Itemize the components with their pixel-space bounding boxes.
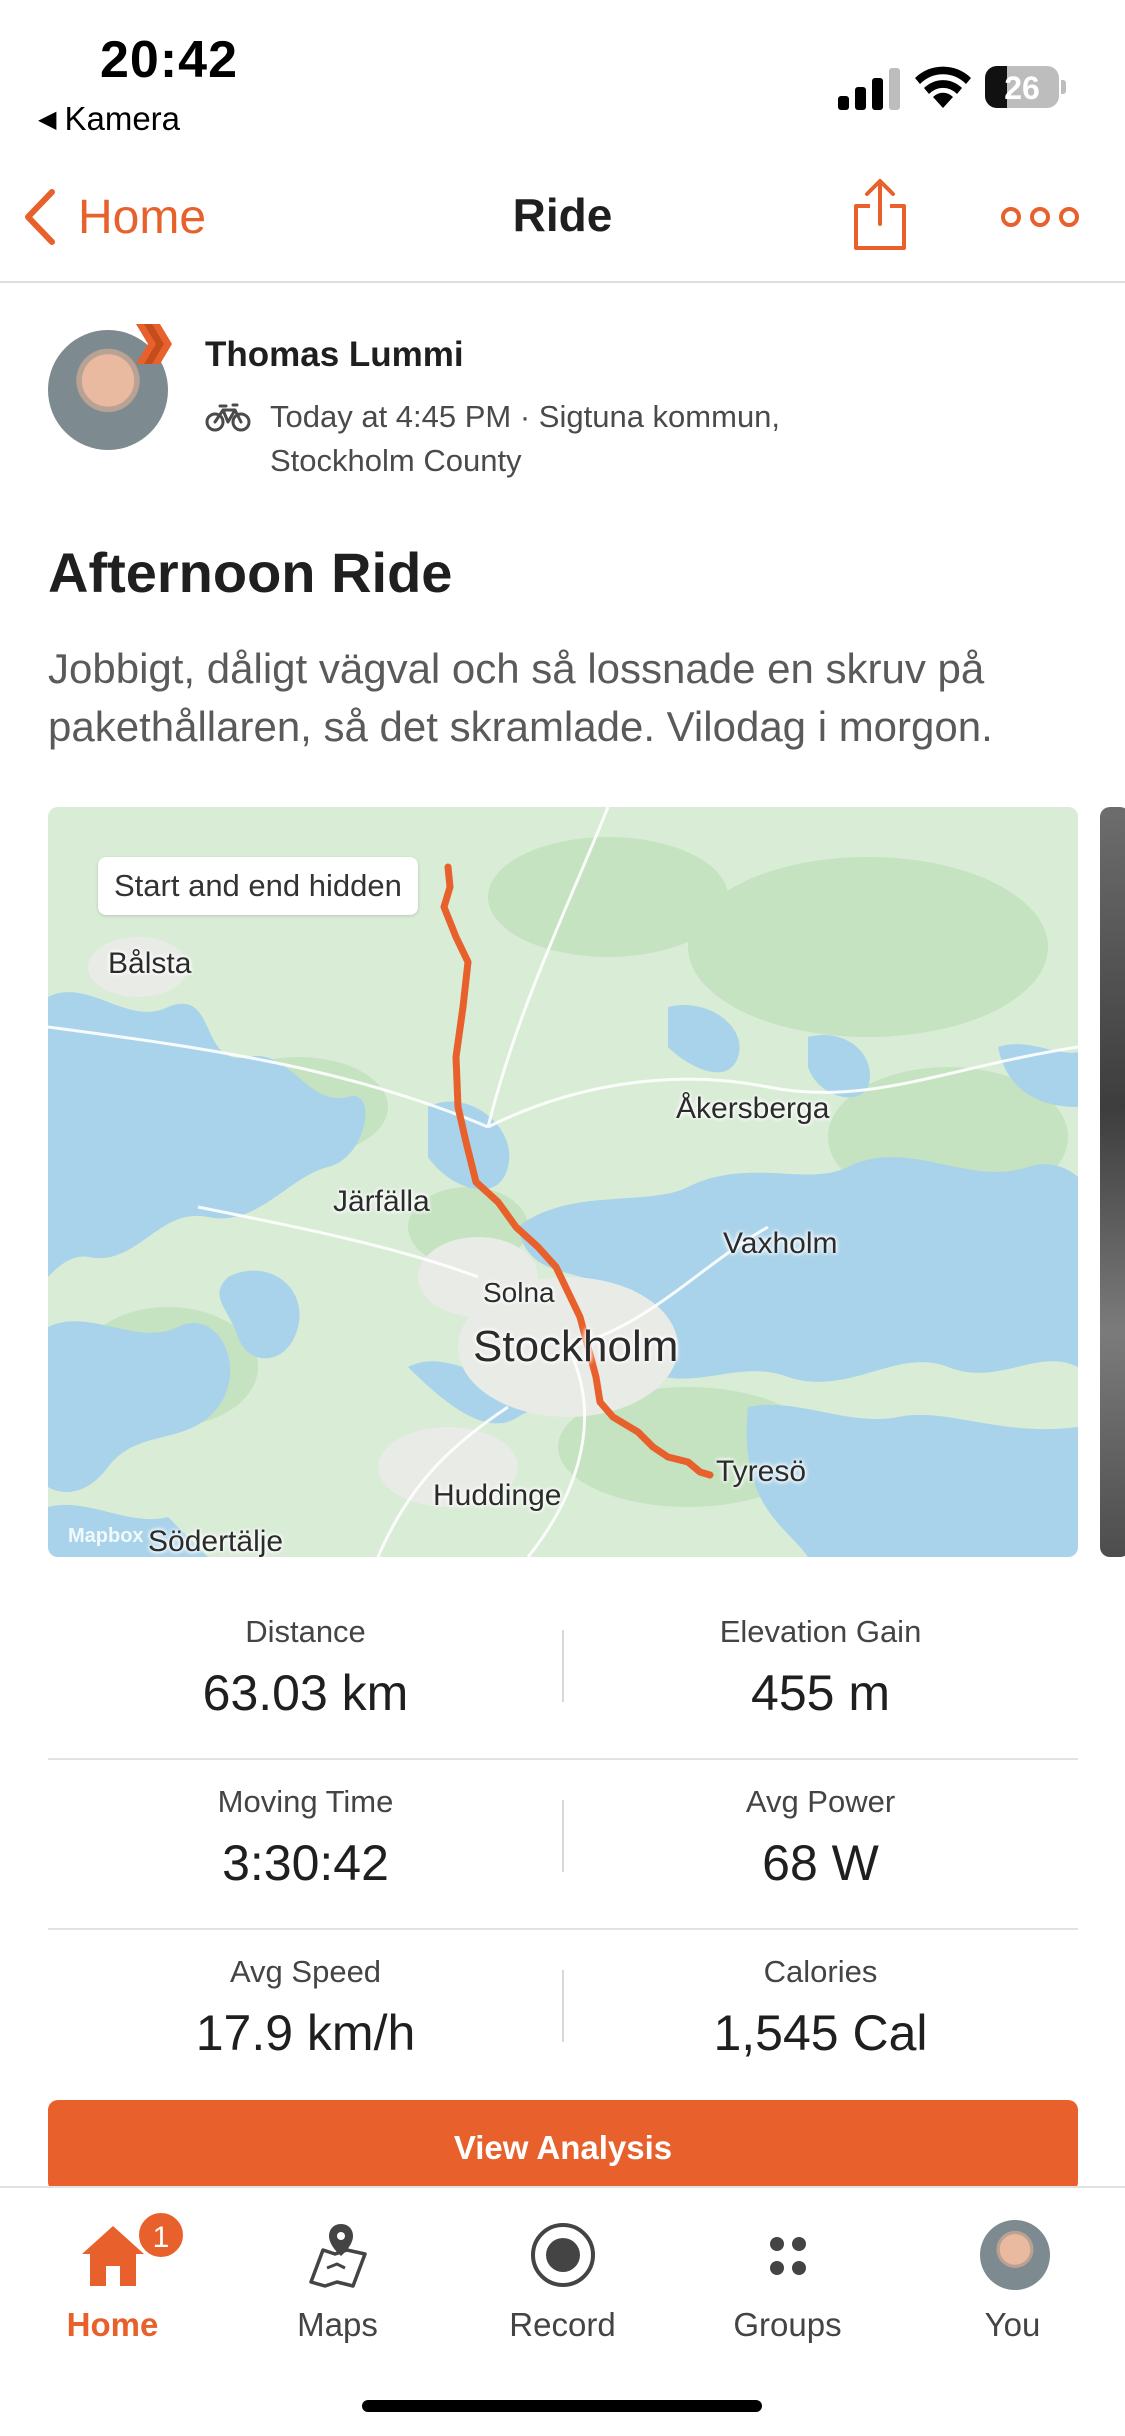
stat-value: 455 m bbox=[751, 1665, 890, 1721]
share-icon[interactable] bbox=[852, 178, 908, 252]
activity-title: Afternoon Ride bbox=[48, 541, 453, 604]
stat-value: 63.03 km bbox=[202, 1665, 409, 1721]
tab-label: Groups bbox=[733, 2306, 842, 2343]
stats-row: Avg Speed 17.9 km/h Calories 1,545 Cal bbox=[48, 1930, 1078, 2100]
tab-label: Record bbox=[509, 2306, 616, 2343]
subscriber-badge-icon bbox=[136, 324, 172, 364]
cellular-signal-icon bbox=[838, 68, 900, 110]
stat-value: 17.9 km/h bbox=[195, 2005, 416, 2061]
stat-label: Calories bbox=[763, 1954, 878, 1989]
notification-badge: 1 bbox=[136, 2210, 186, 2260]
map-label-solna: Solna bbox=[483, 1277, 555, 1308]
bike-icon bbox=[205, 403, 251, 432]
back-button[interactable]: Home bbox=[22, 182, 206, 252]
nav-bar: Home Ride bbox=[0, 150, 1125, 283]
tab-maps[interactable]: Maps bbox=[225, 2210, 450, 2360]
wifi-icon bbox=[915, 66, 971, 108]
photo-carousel-peek[interactable] bbox=[1100, 807, 1125, 1557]
stat-avg-speed: Avg Speed 17.9 km/h bbox=[48, 1952, 563, 2068]
route-map[interactable]: Start and end hidden Bålsta Åkersberga J… bbox=[48, 807, 1078, 1557]
stat-calories: Calories 1,545 Cal bbox=[563, 1952, 1078, 2068]
record-icon bbox=[531, 2223, 595, 2287]
stats-row: Distance 63.03 km Elevation Gain 455 m bbox=[48, 1590, 1078, 1760]
tab-label: Maps bbox=[297, 2306, 378, 2343]
stat-label: Distance bbox=[245, 1614, 366, 1649]
stat-label: Elevation Gain bbox=[719, 1614, 922, 1649]
map-label-balsta: Bålsta bbox=[108, 947, 192, 980]
map-label-akersberga: Åkersberga bbox=[676, 1092, 830, 1125]
maps-icon bbox=[309, 2224, 367, 2288]
tab-label: You bbox=[984, 2306, 1041, 2343]
mapbox-logo: Mapbox bbox=[68, 1525, 144, 1547]
map-label-jarfalla: Järfälla bbox=[333, 1185, 430, 1218]
stat-value: 68 W bbox=[762, 1835, 879, 1891]
groups-icon bbox=[770, 2237, 806, 2275]
back-triangle-icon: ◀ bbox=[38, 106, 57, 133]
stat-label: Moving Time bbox=[217, 1784, 394, 1819]
status-bar: 20:42 ◀ Kamera 26 bbox=[0, 0, 1125, 150]
stat-elevation-gain: Elevation Gain 455 m bbox=[563, 1612, 1078, 1728]
tab-record[interactable]: Record bbox=[450, 2210, 675, 2360]
tab-groups[interactable]: Groups bbox=[675, 2210, 900, 2360]
athlete-name[interactable]: Thomas Lummi bbox=[205, 335, 464, 375]
view-analysis-button[interactable]: View Analysis bbox=[48, 2100, 1078, 2192]
stat-label: Avg Power bbox=[745, 1784, 896, 1819]
map-label-sodertalje: Södertälje bbox=[148, 1525, 284, 1557]
back-to-app-link[interactable]: ◀ Kamera bbox=[38, 100, 180, 138]
stat-label: Avg Speed bbox=[229, 1954, 382, 1989]
home-indicator bbox=[362, 2400, 762, 2412]
privacy-zone-chip: Start and end hidden bbox=[98, 857, 418, 915]
status-time: 20:42 bbox=[100, 31, 238, 89]
map-label-vaxholm: Vaxholm bbox=[723, 1227, 838, 1260]
stat-moving-time: Moving Time 3:30:42 bbox=[48, 1782, 563, 1898]
stats-grid: Distance 63.03 km Elevation Gain 455 m M… bbox=[48, 1590, 1078, 2100]
map-label-huddinge: Huddinge bbox=[433, 1479, 562, 1512]
map-label-stockholm: Stockholm bbox=[473, 1322, 679, 1371]
avatar bbox=[980, 2220, 1050, 2290]
more-options-icon[interactable] bbox=[1000, 202, 1080, 232]
stat-value: 1,545 Cal bbox=[713, 2005, 928, 2061]
tab-bar: 1 Home Maps Record Groups You bbox=[0, 2186, 1125, 2436]
battery-icon: 26 bbox=[985, 66, 1066, 108]
back-app-label: Kamera bbox=[64, 100, 181, 137]
tab-home[interactable]: 1 Home bbox=[0, 2210, 225, 2360]
back-button-label: Home bbox=[78, 190, 207, 244]
map-label-tyreso: Tyresö bbox=[716, 1455, 807, 1488]
map-background bbox=[48, 807, 1078, 1557]
tab-label: Home bbox=[66, 2306, 159, 2343]
chevron-left-icon bbox=[25, 189, 55, 245]
stat-distance: Distance 63.03 km bbox=[48, 1612, 563, 1728]
stats-row: Moving Time 3:30:42 Avg Power 68 W bbox=[48, 1760, 1078, 1930]
tab-you[interactable]: You bbox=[900, 2210, 1125, 2360]
battery-level: 26 bbox=[1004, 70, 1040, 106]
activity-meta: Today at 4:45 PM · Sigtuna kommun, Stock… bbox=[270, 399, 781, 478]
stat-value: 3:30:42 bbox=[222, 1835, 389, 1891]
activity-description: Jobbigt, dåligt vägval och så lossnade e… bbox=[48, 645, 993, 750]
stat-avg-power: Avg Power 68 W bbox=[563, 1782, 1078, 1898]
